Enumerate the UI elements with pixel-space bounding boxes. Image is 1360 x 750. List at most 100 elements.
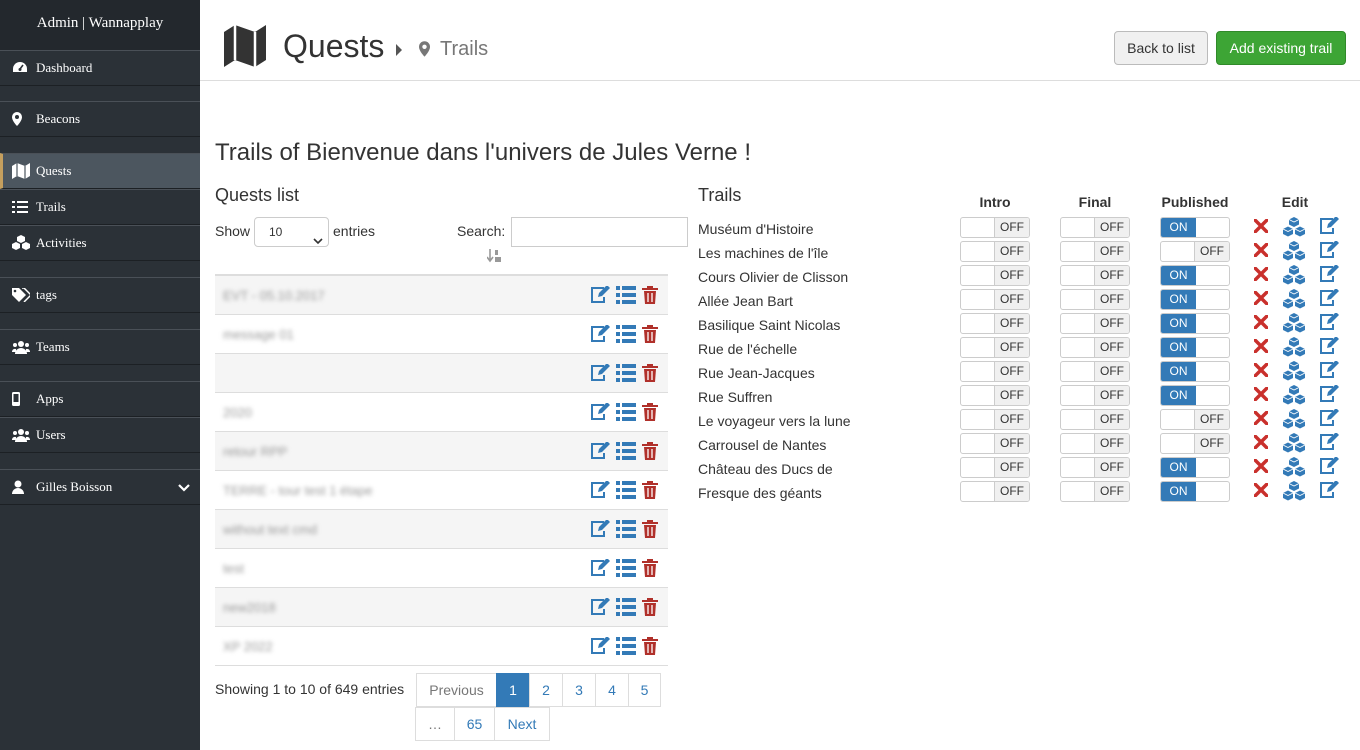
trash-icon[interactable] — [642, 559, 658, 580]
edit-icon[interactable] — [1319, 312, 1339, 334]
remove-icon[interactable] — [1253, 266, 1269, 284]
edit-icon[interactable] — [1319, 240, 1339, 262]
final-toggle[interactable]: OFF — [1060, 289, 1130, 310]
page-button[interactable]: 4 — [595, 673, 629, 707]
list-icon[interactable] — [616, 364, 636, 385]
chevron-down-icon[interactable] — [178, 481, 190, 497]
remove-icon[interactable] — [1253, 410, 1269, 428]
final-toggle[interactable]: OFF — [1060, 433, 1130, 454]
edit-icon[interactable] — [1319, 216, 1339, 238]
published-toggle[interactable]: OFF — [1160, 241, 1230, 262]
list-icon[interactable] — [616, 598, 636, 619]
list-icon[interactable] — [616, 403, 636, 424]
final-toggle[interactable]: OFF — [1060, 265, 1130, 286]
intro-toggle[interactable]: OFF — [960, 313, 1030, 334]
intro-toggle[interactable]: OFF — [960, 481, 1030, 502]
trash-icon[interactable] — [642, 598, 658, 619]
list-icon[interactable] — [616, 325, 636, 346]
intro-toggle[interactable]: OFF — [960, 337, 1030, 358]
published-toggle[interactable]: ON — [1160, 337, 1230, 358]
sidebar-item-apps[interactable]: Apps — [0, 381, 200, 417]
search-input[interactable] — [511, 217, 688, 247]
intro-toggle[interactable]: OFF — [960, 241, 1030, 262]
final-toggle[interactable]: OFF — [1060, 337, 1130, 358]
edit-icon[interactable] — [590, 558, 610, 580]
intro-toggle[interactable]: OFF — [960, 361, 1030, 382]
final-toggle[interactable]: OFF — [1060, 481, 1130, 502]
page-button[interactable]: 1 — [496, 673, 530, 707]
previous-page-button[interactable]: Previous — [416, 673, 497, 707]
intro-toggle[interactable]: OFF — [960, 433, 1030, 454]
final-toggle[interactable]: OFF — [1060, 241, 1130, 262]
published-toggle[interactable]: OFF — [1160, 409, 1230, 430]
list-icon[interactable] — [616, 559, 636, 580]
remove-icon[interactable] — [1253, 218, 1269, 236]
cubes-icon[interactable] — [1282, 457, 1306, 480]
final-toggle[interactable]: OFF — [1060, 385, 1130, 406]
final-toggle[interactable]: OFF — [1060, 361, 1130, 382]
intro-toggle[interactable]: OFF — [960, 289, 1030, 310]
edit-icon[interactable] — [590, 441, 610, 463]
remove-icon[interactable] — [1253, 458, 1269, 476]
sidebar-item-activities[interactable]: Activities — [0, 225, 200, 261]
cubes-icon[interactable] — [1282, 409, 1306, 432]
quest-name[interactable]: without text cmd — [223, 522, 317, 537]
trash-icon[interactable] — [642, 637, 658, 658]
cubes-icon[interactable] — [1282, 265, 1306, 288]
edit-icon[interactable] — [1319, 480, 1339, 502]
published-toggle[interactable]: ON — [1160, 481, 1230, 502]
intro-toggle[interactable]: OFF — [960, 457, 1030, 478]
cubes-icon[interactable] — [1282, 241, 1306, 264]
final-toggle[interactable]: OFF — [1060, 409, 1130, 430]
sort-icon[interactable] — [486, 249, 503, 266]
final-toggle[interactable]: OFF — [1060, 313, 1130, 334]
next-page-button[interactable]: Next — [494, 707, 550, 741]
quest-name[interactable]: retour RPP — [223, 444, 287, 459]
list-icon[interactable] — [616, 442, 636, 463]
sidebar-item-quests[interactable]: Quests — [0, 153, 200, 189]
final-toggle[interactable]: OFF — [1060, 457, 1130, 478]
sidebar-item-user-menu[interactable]: Gilles Boisson — [0, 469, 200, 505]
trash-icon[interactable] — [642, 325, 658, 346]
edit-icon[interactable] — [1319, 360, 1339, 382]
trash-icon[interactable] — [642, 520, 658, 541]
sidebar-item-tags[interactable]: tags — [0, 277, 200, 313]
sidebar-item-beacons[interactable]: Beacons — [0, 101, 200, 137]
quest-name[interactable]: EVT - 05.10.2017 — [223, 288, 325, 303]
edit-icon[interactable] — [590, 636, 610, 658]
edit-icon[interactable] — [590, 324, 610, 346]
intro-toggle[interactable]: OFF — [960, 385, 1030, 406]
intro-toggle[interactable]: OFF — [960, 409, 1030, 430]
cubes-icon[interactable] — [1282, 217, 1306, 240]
remove-icon[interactable] — [1253, 362, 1269, 380]
edit-icon[interactable] — [1319, 384, 1339, 406]
published-toggle[interactable]: ON — [1160, 313, 1230, 334]
quest-name[interactable]: 2020 — [223, 405, 252, 420]
published-toggle[interactable]: OFF — [1160, 433, 1230, 454]
page-button[interactable]: 2 — [529, 673, 563, 707]
trash-icon[interactable] — [642, 286, 658, 307]
trash-icon[interactable] — [642, 481, 658, 502]
edit-icon[interactable] — [590, 285, 610, 307]
remove-icon[interactable] — [1253, 338, 1269, 356]
edit-icon[interactable] — [590, 519, 610, 541]
remove-icon[interactable] — [1253, 314, 1269, 332]
page-button[interactable]: 3 — [562, 673, 596, 707]
cubes-icon[interactable] — [1282, 481, 1306, 504]
trash-icon[interactable] — [642, 442, 658, 463]
edit-icon[interactable] — [1319, 408, 1339, 430]
cubes-icon[interactable] — [1282, 433, 1306, 456]
intro-toggle[interactable]: OFF — [960, 217, 1030, 238]
edit-icon[interactable] — [590, 597, 610, 619]
edit-icon[interactable] — [1319, 288, 1339, 310]
list-icon[interactable] — [616, 520, 636, 541]
remove-icon[interactable] — [1253, 242, 1269, 260]
add-existing-trail-button[interactable]: Add existing trail — [1216, 31, 1346, 65]
trash-icon[interactable] — [642, 364, 658, 385]
published-toggle[interactable]: ON — [1160, 457, 1230, 478]
edit-icon[interactable] — [590, 402, 610, 424]
edit-icon[interactable] — [1319, 456, 1339, 478]
cubes-icon[interactable] — [1282, 361, 1306, 384]
edit-icon[interactable] — [1319, 432, 1339, 454]
published-toggle[interactable]: ON — [1160, 265, 1230, 286]
